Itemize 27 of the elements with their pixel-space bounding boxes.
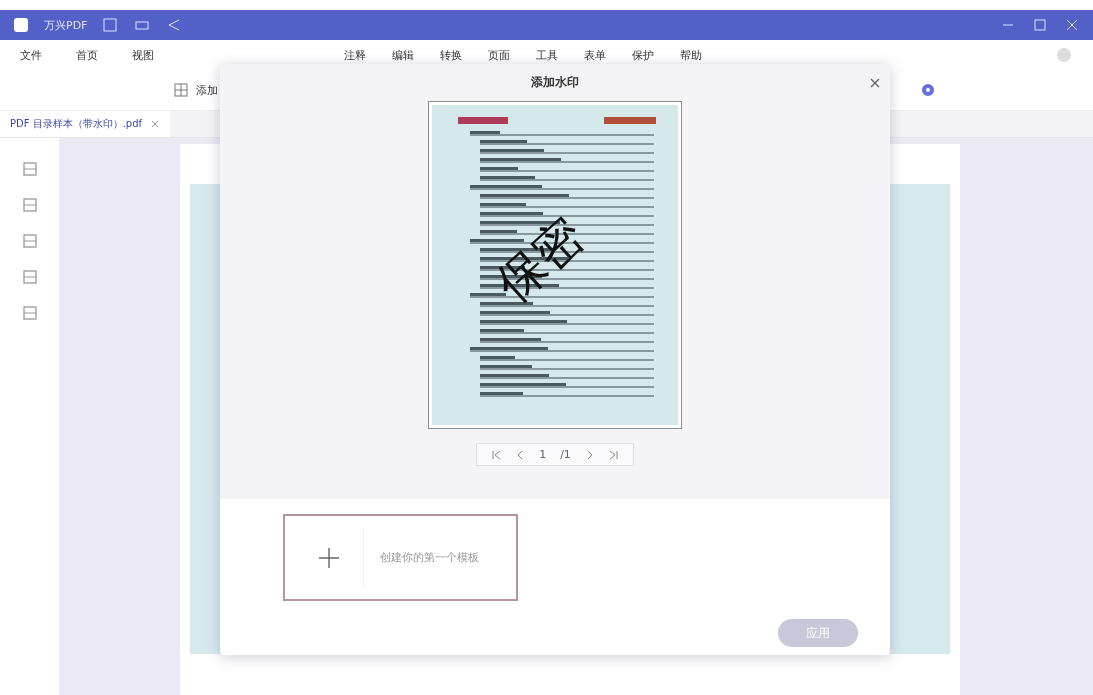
menu-item[interactable]: 注释: [344, 47, 366, 63]
first-page-icon[interactable]: [491, 449, 502, 460]
page-number-field[interactable]: 1: [539, 448, 547, 461]
menu-item[interactable]: 转换: [440, 47, 462, 63]
menu-item[interactable]: 首页: [76, 47, 98, 63]
dialog-title: 添加水印: [531, 74, 579, 91]
close-icon[interactable]: [868, 76, 882, 90]
menu-item[interactable]: 保护: [632, 47, 654, 63]
app-logo-icon[interactable]: [12, 16, 30, 34]
page-total: /1: [560, 448, 571, 461]
watermark-text: 保密: [483, 205, 595, 315]
menu-item[interactable]: 页面: [488, 47, 510, 63]
add-template-label: 创建你的第一个模板: [380, 550, 479, 565]
app-name: 万兴PDF: [44, 17, 88, 33]
maximize-icon[interactable]: [1031, 16, 1049, 34]
menu-item[interactable]: 编辑: [392, 47, 414, 63]
menu-item[interactable]: 视图: [132, 47, 154, 63]
menu-item[interactable]: 文件: [20, 47, 42, 63]
menu-item[interactable]: 表单: [584, 47, 606, 63]
menu-item[interactable]: 工具: [536, 47, 558, 63]
close-icon[interactable]: [150, 119, 161, 129]
toolbar-label[interactable]: 添加: [196, 82, 218, 98]
last-page-icon[interactable]: [608, 449, 619, 460]
settings-icon[interactable]: [919, 81, 937, 99]
document-tab[interactable]: PDF 目录样本（带水印）.pdf: [0, 111, 171, 137]
plus-icon[interactable]: [317, 545, 341, 570]
menu-item[interactable]: 帮助: [680, 47, 702, 63]
